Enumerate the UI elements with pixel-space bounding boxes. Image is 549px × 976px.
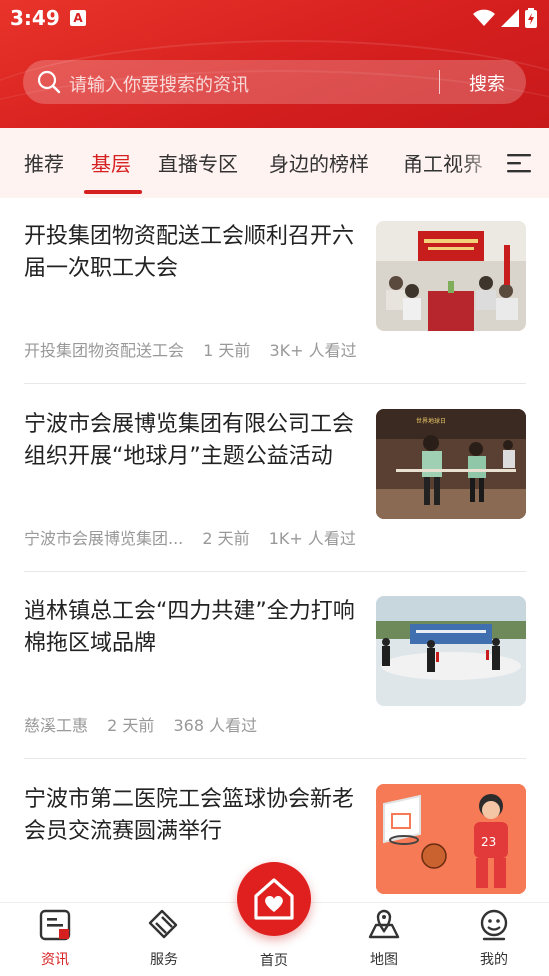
tab-grassroots[interactable]: 基层	[91, 148, 131, 177]
nav-profile[interactable]: 我的	[454, 907, 534, 969]
news-time: 1 天前	[203, 341, 251, 360]
news-meta: 慈溪工惠 2 天前 368 人看过	[24, 712, 271, 736]
header: 3:49 A 请输入你要搜索的资讯 搜索	[0, 0, 549, 128]
divider	[24, 383, 526, 384]
svg-text:23: 23	[481, 835, 496, 849]
tab-live[interactable]: 直播专区	[158, 148, 238, 177]
nav-service[interactable]: 服务	[124, 907, 204, 969]
nav-label: 我的	[480, 952, 508, 968]
search-input[interactable]: 请输入你要搜索的资讯	[69, 71, 249, 97]
news-views: 3K+ 人看过	[269, 341, 357, 360]
news-title[interactable]: 逍林镇总工会“四力共建”全力打响棉拖区域品牌	[24, 596, 360, 660]
news-title[interactable]: 开投集团物资配送工会顺利召开六届一次职工大会	[24, 221, 360, 285]
news-item[interactable]: 开投集团物资配送工会顺利召开六届一次职工大会 开投集团物资配送工会 1 天前 3…	[24, 221, 526, 361]
news-thumbnail[interactable]: 23	[376, 784, 526, 894]
map-icon	[368, 909, 400, 939]
search-bar[interactable]: 请输入你要搜索的资讯 搜索	[23, 60, 526, 104]
nav-news[interactable]: 资讯	[15, 907, 95, 969]
tab-fade	[460, 128, 500, 198]
news-item[interactable]: 宁波市会展博览集团有限公司工会 组织开展“地球月”主题公益活动 宁波市会展博览集…	[24, 409, 526, 549]
nav-label: 服务	[150, 952, 178, 968]
home-button[interactable]	[237, 862, 311, 936]
category-tabs: 推荐 基层 直播专区 身边的榜样 甬工视界	[0, 128, 549, 198]
search-divider	[439, 70, 440, 94]
tab-recommend[interactable]: 推荐	[24, 148, 64, 177]
news-item[interactable]: 逍林镇总工会“四力共建”全力打响棉拖区域品牌 慈溪工惠 2 天前 368 人看过	[24, 596, 526, 736]
status-time: 3:49	[10, 6, 60, 30]
news-source: 宁波市会展博览集团...	[24, 529, 184, 548]
status-bar: 3:49 A	[0, 0, 549, 40]
notification-app-icon: A	[70, 10, 86, 26]
divider	[24, 571, 526, 572]
profile-icon	[480, 909, 508, 941]
menu-icon[interactable]	[507, 152, 531, 174]
active-tab-indicator	[84, 190, 142, 194]
home-heart-icon	[254, 878, 294, 920]
svg-text:世界地球日: 世界地球日	[416, 417, 446, 425]
battery-icon	[525, 8, 537, 28]
news-title[interactable]: 宁波市会展博览集团有限公司工会 组织开展“地球月”主题公益活动	[24, 409, 360, 473]
divider	[24, 758, 526, 759]
news-title[interactable]: 宁波市第二医院工会篮球协会新老会员交流赛圆满举行	[24, 784, 360, 848]
search-icon	[37, 70, 61, 94]
service-icon	[148, 909, 178, 939]
news-time: 2 天前	[202, 529, 250, 548]
news-meta: 宁波市会展博览集团... 2 天前 1K+ 人看过	[24, 525, 370, 549]
news-thumbnail[interactable]	[376, 596, 526, 706]
nav-label: 地图	[370, 952, 398, 968]
wifi-icon	[473, 9, 495, 26]
nav-map[interactable]: 地图	[344, 907, 424, 969]
signal-icon	[501, 9, 519, 27]
news-thumbnail[interactable]: 世界地球日	[376, 409, 526, 519]
nav-label-home[interactable]: 首页	[234, 950, 314, 970]
search-button[interactable]: 搜索	[457, 70, 517, 96]
nav-label: 资讯	[41, 952, 69, 968]
news-thumbnail[interactable]	[376, 221, 526, 331]
news-views: 368 人看过	[173, 716, 258, 735]
news-source: 开投集团物资配送工会	[24, 341, 185, 360]
tab-role-models[interactable]: 身边的榜样	[269, 148, 369, 177]
news-icon	[39, 909, 71, 941]
news-source: 慈溪工惠	[24, 716, 89, 735]
news-time: 2 天前	[107, 716, 155, 735]
news-views: 1K+ 人看过	[268, 529, 356, 548]
news-meta: 开投集团物资配送工会 1 天前 3K+ 人看过	[24, 337, 371, 361]
